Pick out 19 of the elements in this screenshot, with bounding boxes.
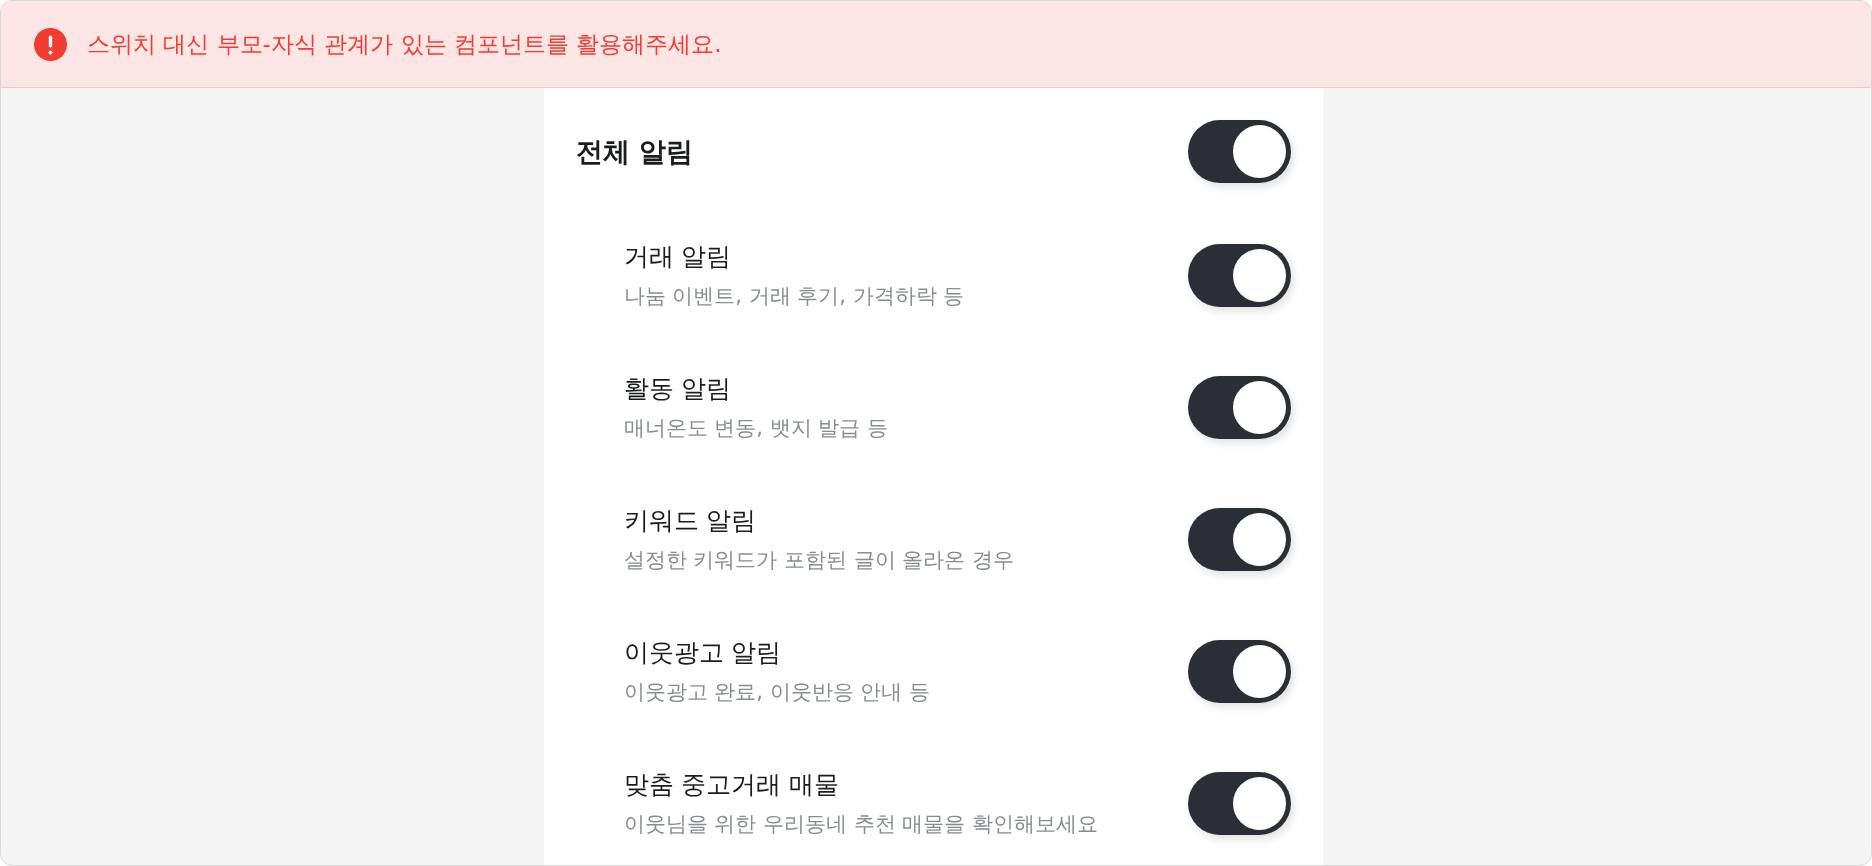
- toggle-switch[interactable]: [1187, 771, 1291, 835]
- setting-description: 설정한 키워드가 포함된 글이 올라온 경우: [623, 547, 1014, 574]
- error-message: 스위치 대신 부모-자식 관계가 있는 컴포넌트를 활용해주세요.: [87, 30, 722, 59]
- setting-description: 나눔 이벤트, 거래 후기, 가격하락 등: [623, 283, 965, 310]
- setting-title: 거래 알림: [623, 241, 733, 273]
- toggle-switch[interactable]: [1187, 639, 1291, 703]
- setting-description: 매너온도 변동, 뱃지 발급 등: [623, 415, 888, 442]
- setting-title: 맞춤 중고거래 매물: [623, 769, 841, 801]
- toggle-switch[interactable]: [1187, 507, 1291, 571]
- setting-description: 이웃광고 완료, 이웃반응 안내 등: [623, 679, 930, 706]
- toggle-switch[interactable]: [1187, 375, 1291, 439]
- toggle-switch[interactable]: [1187, 243, 1291, 307]
- setting-title: 활동 알림: [623, 373, 733, 405]
- toggle-switch[interactable]: [1187, 120, 1291, 183]
- setting-description: 이웃님을 위한 우리동네 추천 매물을 확인해보세요: [623, 811, 1098, 838]
- setting-title: 키워드 알림: [623, 505, 758, 537]
- setting-title: 이웃광고 알림: [623, 637, 783, 669]
- setting-title: 전체 알림: [575, 134, 693, 169]
- alert-icon: [34, 27, 67, 61]
